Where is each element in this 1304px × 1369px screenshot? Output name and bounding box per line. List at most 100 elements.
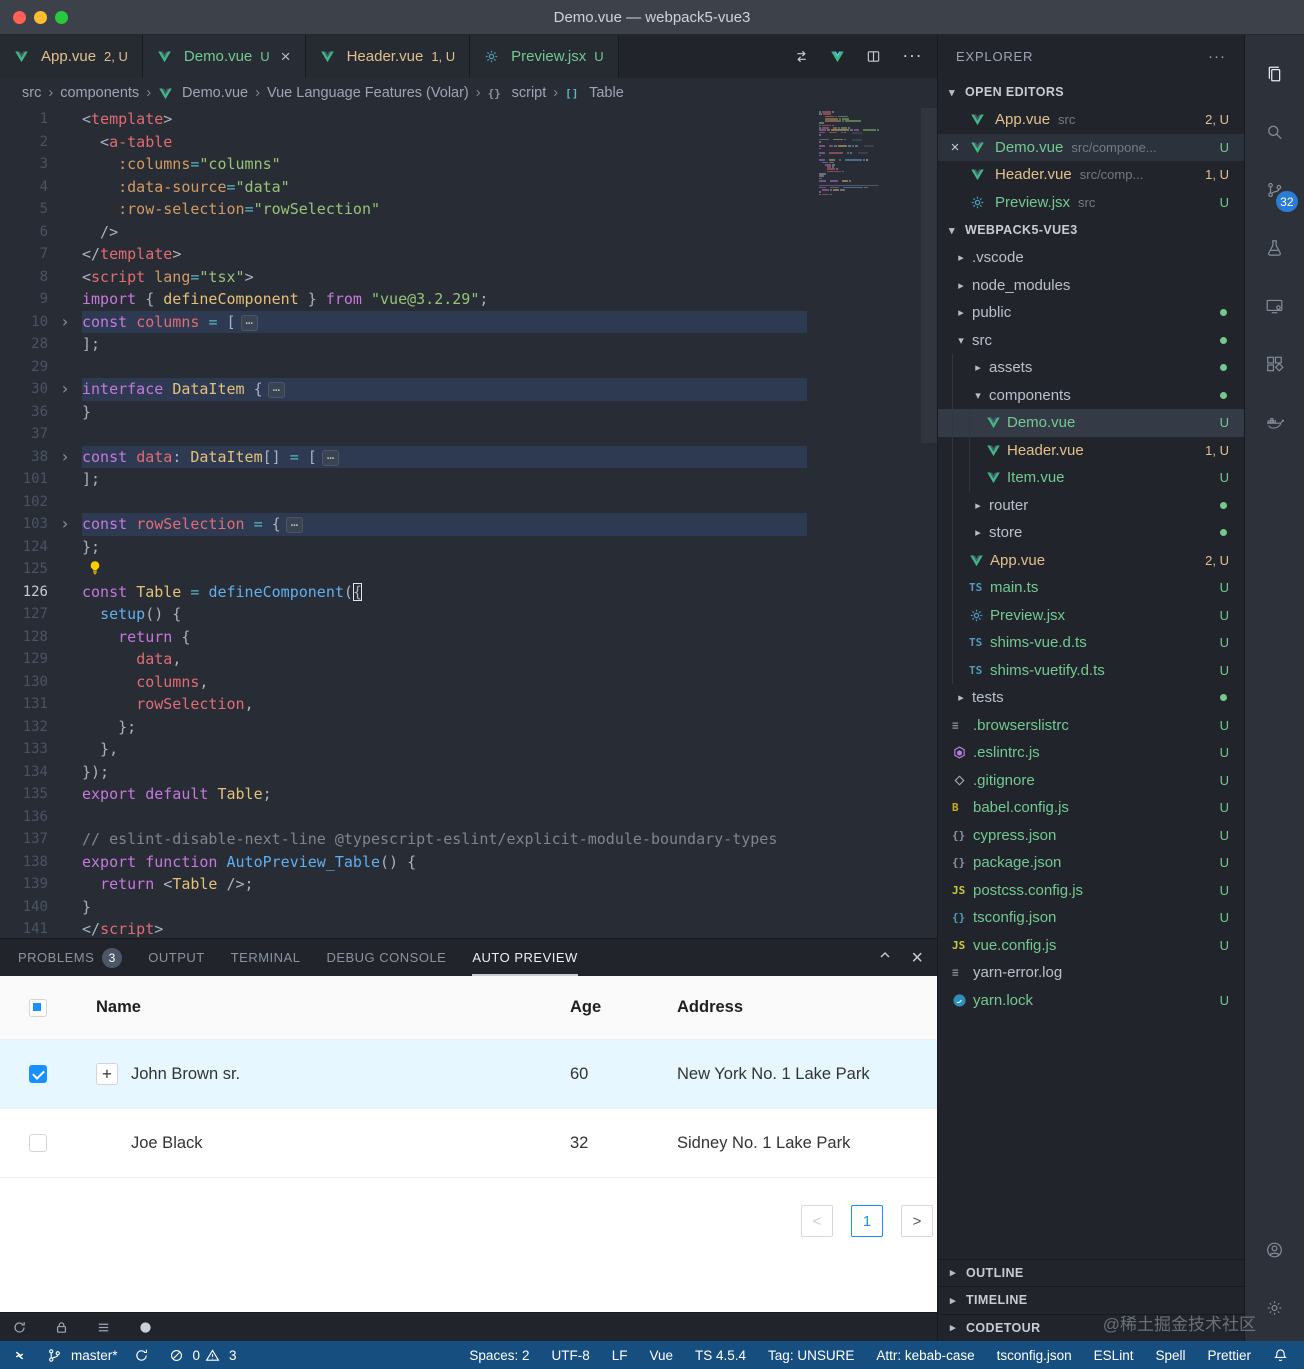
workspace-header[interactable]: ▾ WEBPACK5-VUE3 xyxy=(938,216,1244,244)
fold-arrow-icon[interactable]: › xyxy=(48,446,82,469)
maximize-window-icon[interactable] xyxy=(55,11,68,24)
file-shims-vue-d-ts[interactable]: TSshims-vue.d.tsU xyxy=(938,629,1244,657)
fold-arrow-icon[interactable]: › xyxy=(48,378,82,401)
tab-app-vue[interactable]: App.vue2, U xyxy=(0,35,143,78)
table-row[interactable]: Joe Black32Sidney No. 1 Lake Park xyxy=(0,1109,937,1178)
more-actions-icon[interactable]: ··· xyxy=(1208,48,1226,65)
folder-src[interactable]: ▾src xyxy=(938,327,1244,355)
status-eslint[interactable]: ESLint xyxy=(1094,1348,1134,1363)
lightbulb-icon[interactable] xyxy=(87,560,103,576)
file-babel-config-js[interactable]: Bbabel.config.jsU xyxy=(938,794,1244,822)
docker-activity-button[interactable] xyxy=(1245,393,1304,451)
file-package-json[interactable]: {}package.jsonU xyxy=(938,849,1244,877)
code-editor[interactable]: 1<template>2 <a-table3 :columns="columns… xyxy=(0,108,937,938)
remote-indicator[interactable] xyxy=(12,1348,31,1363)
status-tsconfig-json[interactable]: tsconfig.json xyxy=(997,1348,1072,1363)
status-tag-unsure[interactable]: Tag: UNSURE xyxy=(768,1348,854,1363)
close-panel-icon[interactable]: × xyxy=(911,948,923,968)
file-postcss-config-js[interactable]: JSpostcss.config.jsU xyxy=(938,877,1244,905)
status-attr-kebab-case[interactable]: Attr: kebab-case xyxy=(876,1348,974,1363)
breadcrumb-demo-vue[interactable]: Demo.vue xyxy=(158,85,248,101)
fold-arrow-icon[interactable]: › xyxy=(48,311,82,334)
open-changes-button[interactable] xyxy=(794,49,813,64)
file-header-vue[interactable]: Header.vue1, U xyxy=(938,437,1244,465)
breadcrumb-components[interactable]: components xyxy=(60,85,139,101)
status-utf-8[interactable]: UTF-8 xyxy=(551,1348,589,1363)
select-all-checkbox[interactable] xyxy=(29,999,47,1017)
open-editor-preview-jsx[interactable]: Preview.jsxsrcU xyxy=(938,189,1244,217)
folder-store[interactable]: ▸store xyxy=(938,519,1244,547)
minimize-window-icon[interactable] xyxy=(34,11,47,24)
folder-components[interactable]: ▾components xyxy=(938,382,1244,410)
table-row[interactable]: +John Brown sr.60New York No. 1 Lake Par… xyxy=(0,1040,937,1109)
panel-tab-problems[interactable]: PROBLEMS3 xyxy=(18,939,122,976)
more-actions-button[interactable]: ··· xyxy=(902,50,921,63)
source-control-activity-button[interactable]: 32 xyxy=(1245,161,1304,219)
explorer-activity-button[interactable] xyxy=(1245,45,1304,103)
extensions-activity-button[interactable] xyxy=(1245,335,1304,393)
folder-assets[interactable]: ▸assets xyxy=(938,354,1244,382)
lock-button[interactable] xyxy=(54,1320,73,1335)
folder-router[interactable]: ▸router xyxy=(938,492,1244,520)
row-checkbox[interactable] xyxy=(29,1134,47,1152)
editor-scrollbar[interactable] xyxy=(921,108,937,443)
panel-tab-terminal[interactable]: TERMINAL xyxy=(231,939,301,976)
split-editor-button[interactable] xyxy=(866,49,885,64)
folder-public[interactable]: ▸public xyxy=(938,299,1244,327)
sync-button[interactable] xyxy=(134,1348,153,1363)
status-vue[interactable]: Vue xyxy=(649,1348,673,1363)
pagination-next-button[interactable]: > xyxy=(901,1205,933,1237)
search-activity-button[interactable] xyxy=(1245,103,1304,161)
pagination-prev-button[interactable]: < xyxy=(801,1205,833,1237)
panel-tab-auto-preview[interactable]: AUTO PREVIEW xyxy=(472,939,577,976)
file-preview-jsx[interactable]: Preview.jsxU xyxy=(938,602,1244,630)
row-checkbox[interactable] xyxy=(29,1065,47,1083)
open-editor-demo-vue[interactable]: ×Demo.vuesrc/compone...U xyxy=(938,134,1244,162)
open-editor-header-vue[interactable]: Header.vuesrc/comp...1, U xyxy=(938,161,1244,189)
breadcrumb-vue-language-features-volar[interactable]: Vue Language Features (Volar) xyxy=(267,85,469,101)
close-editor-icon[interactable]: × xyxy=(946,139,964,156)
expand-row-button[interactable]: + xyxy=(96,1063,118,1085)
open-editor-app-vue[interactable]: App.vuesrc2, U xyxy=(938,106,1244,134)
accounts-button[interactable] xyxy=(1245,1221,1304,1279)
breadcrumb-table[interactable]: []Table xyxy=(565,85,624,101)
minimap[interactable] xyxy=(819,111,917,196)
folder-tests[interactable]: ▸tests xyxy=(938,684,1244,712)
close-tab-icon[interactable]: × xyxy=(281,48,291,65)
pagination-page-1[interactable]: 1 xyxy=(851,1205,883,1237)
test-explorer-activity-button[interactable] xyxy=(1245,219,1304,277)
refresh-button[interactable] xyxy=(12,1320,31,1335)
file-shims-vuetify-d-ts[interactable]: TSshims-vuetify.d.tsU xyxy=(938,657,1244,685)
file-yarn-error-log[interactable]: ≡yarn-error.log xyxy=(938,959,1244,987)
file-cypress-json[interactable]: {}cypress.jsonU xyxy=(938,822,1244,850)
section-outline[interactable]: ▸OUTLINE xyxy=(938,1259,1244,1287)
notifications-bell[interactable] xyxy=(1273,1348,1292,1363)
status-spell[interactable]: Spell xyxy=(1155,1348,1185,1363)
status-ts-4-5-4[interactable]: TS 4.5.4 xyxy=(695,1348,746,1363)
tab-header-vue[interactable]: Header.vue1, U xyxy=(306,35,471,78)
panel-tab-debug-console[interactable]: DEBUG CONSOLE xyxy=(326,939,446,976)
file-eslintrc-js[interactable]: .eslintrc.jsU xyxy=(938,739,1244,767)
git-branch-status[interactable]: master* xyxy=(47,1348,118,1363)
menu-button[interactable] xyxy=(96,1320,115,1335)
folder-vscode[interactable]: ▸.vscode xyxy=(938,244,1244,272)
record-button[interactable] xyxy=(138,1320,157,1335)
file-main-ts[interactable]: TSmain.tsU xyxy=(938,574,1244,602)
status-spaces-2[interactable]: Spaces: 2 xyxy=(469,1348,529,1363)
volar-preview-button[interactable] xyxy=(830,49,849,64)
breadcrumb-script[interactable]: {}script xyxy=(488,85,547,101)
file-item-vue[interactable]: Item.vueU xyxy=(938,464,1244,492)
remote-explorer-activity-button[interactable] xyxy=(1245,277,1304,335)
tab-demo-vue[interactable]: Demo.vueU× xyxy=(143,35,306,78)
file-yarn-lock[interactable]: yarn.lockU xyxy=(938,987,1244,1015)
open-editors-header[interactable]: ▾ OPEN EDITORS xyxy=(938,78,1244,106)
breadcrumb-src[interactable]: src xyxy=(22,85,41,101)
file-vue-config-js[interactable]: JSvue.config.jsU xyxy=(938,932,1244,960)
folder-node-modules[interactable]: ▸node_modules xyxy=(938,272,1244,300)
close-window-icon[interactable] xyxy=(13,11,26,24)
file-tsconfig-json[interactable]: {}tsconfig.jsonU xyxy=(938,904,1244,932)
maximize-panel-icon[interactable] xyxy=(877,947,893,968)
file-app-vue[interactable]: App.vue2, U xyxy=(938,547,1244,575)
panel-tab-output[interactable]: OUTPUT xyxy=(148,939,204,976)
file-demo-vue[interactable]: Demo.vueU xyxy=(938,409,1244,437)
